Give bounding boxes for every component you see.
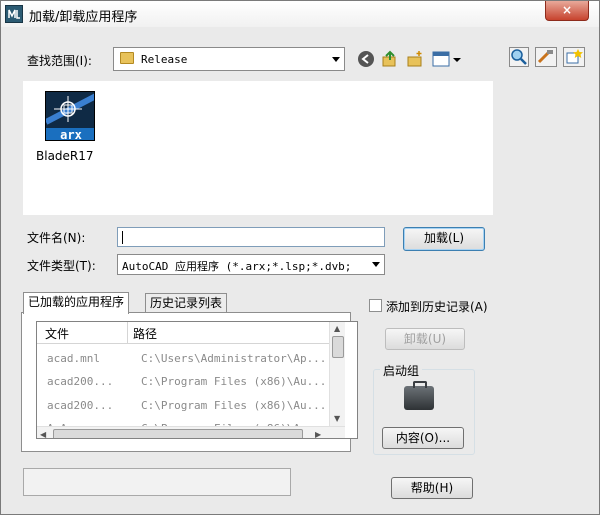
close-button[interactable]: ×: [545, 1, 589, 21]
status-bar: [23, 468, 291, 496]
tab-history-list[interactable]: 历史记录列表: [145, 293, 228, 313]
row-path: C:\Program Files (x86)\Au...: [141, 399, 327, 412]
column-header-path[interactable]: 路径: [133, 325, 157, 342]
briefcase-icon: [404, 381, 434, 410]
app-icon: [5, 5, 23, 23]
loaded-apps-list[interactable]: 文件 路径 acad.mnl C:\Users\Administrator\Ap.…: [36, 321, 358, 439]
row-file: acad200...: [47, 399, 114, 412]
search-icon[interactable]: [509, 47, 529, 67]
h-scroll-thumb[interactable]: [53, 429, 303, 438]
favorites-icon[interactable]: [563, 47, 585, 67]
filetype-label: 文件类型(T):: [27, 259, 96, 273]
arx-icon-label: arx: [46, 128, 94, 140]
back-icon[interactable]: [357, 50, 375, 68]
contents-button[interactable]: 内容(O)...: [382, 427, 464, 449]
filename-label: 文件名(N):: [27, 231, 86, 245]
load-button[interactable]: 加载(L): [403, 227, 485, 251]
row-file: acad200...: [47, 375, 114, 388]
look-in-label: 查找范围(I):: [27, 54, 92, 68]
tab-loaded-apps[interactable]: 已加载的应用程序: [23, 292, 130, 314]
look-in-combo[interactable]: Release: [113, 47, 345, 71]
views-icon[interactable]: [431, 50, 465, 68]
scroll-left-icon[interactable]: ◀: [40, 430, 46, 438]
column-divider: [127, 322, 128, 344]
arx-file-icon[interactable]: arx: [45, 91, 95, 141]
scroll-thumb[interactable]: [332, 336, 344, 358]
table-row[interactable]: acad200... C:\Program Files (x86)\Au...: [37, 395, 329, 417]
scroll-right-icon[interactable]: ▶: [315, 430, 321, 438]
row-path: C:\Program Files (x86)\Au...: [141, 375, 327, 388]
add-history-checkbox[interactable]: [369, 299, 382, 312]
add-history-label[interactable]: 添加到历史记录(A): [386, 298, 488, 315]
new-folder-icon[interactable]: [406, 50, 424, 68]
chevron-down-icon: [332, 57, 340, 62]
title-bar: 加载/卸载应用程序 ×: [1, 1, 599, 27]
look-in-value: Release: [141, 53, 188, 66]
scroll-up-icon[interactable]: ▲: [334, 324, 340, 333]
startup-group: 启动组 内容(O)...: [373, 362, 475, 455]
horizontal-scrollbar[interactable]: ◀ ▶: [37, 426, 345, 438]
table-row[interactable]: acad200... C:\Program Files (x86)\Au...: [37, 371, 329, 393]
list-header: 文件 路径: [37, 322, 329, 344]
load-unload-dialog: 加载/卸载应用程序 × 查找范围(I): Release arx BladeR1…: [0, 0, 600, 515]
filetype-combo[interactable]: AutoCAD 应用程序 (*.arx;*.lsp;*.dvb;: [117, 254, 385, 275]
tools-icon[interactable]: [535, 47, 557, 67]
window-title: 加载/卸载应用程序: [29, 10, 138, 25]
text-cursor: [122, 231, 123, 244]
filetype-value: AutoCAD 应用程序 (*.arx;*.lsp;*.dvb;: [122, 260, 352, 273]
unload-button[interactable]: 卸载(U): [385, 328, 465, 350]
startup-group-title: 启动组: [380, 362, 423, 379]
chevron-down-icon: [372, 262, 380, 267]
file-item-name[interactable]: BladeR17: [36, 149, 94, 163]
file-browser-panel[interactable]: arx BladeR17: [23, 81, 493, 215]
tab-panel: 文件 路径 acad.mnl C:\Users\Administrator\Ap.…: [21, 312, 358, 452]
scroll-down-icon[interactable]: ▼: [334, 414, 340, 423]
filename-input[interactable]: [117, 227, 385, 247]
row-file: acad.mnl: [47, 352, 100, 365]
help-button[interactable]: 帮助(H): [391, 477, 473, 499]
vertical-scrollbar[interactable]: ▲ ▼: [329, 322, 345, 426]
column-header-file[interactable]: 文件: [45, 325, 69, 342]
table-row[interactable]: acad.mnl C:\Users\Administrator\Ap...: [37, 348, 329, 370]
row-path: C:\Users\Administrator\Ap...: [141, 352, 327, 365]
folder-icon: [120, 52, 134, 64]
up-folder-icon[interactable]: [381, 50, 399, 68]
